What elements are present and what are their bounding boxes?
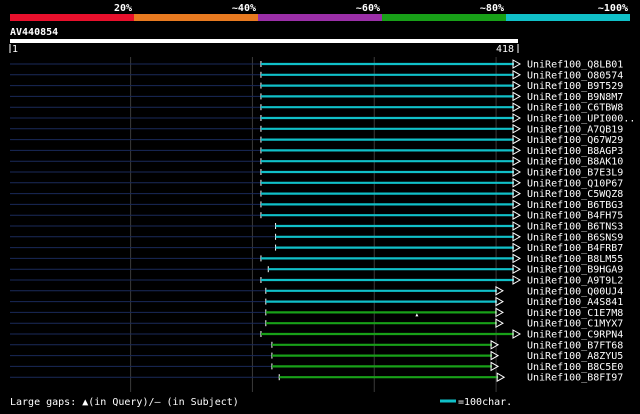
- hit-label[interactable]: UniRef100_A9T9L2: [527, 276, 623, 287]
- legend-label-4: ~100%: [598, 3, 628, 14]
- scale-end-label: 418: [496, 44, 514, 55]
- legend-swatch-3: [382, 14, 506, 21]
- hit-label[interactable]: UniRef100_UPI000..: [527, 114, 635, 125]
- legend-label-2: ~60%: [356, 3, 380, 14]
- legend-label-1: ~40%: [232, 3, 256, 14]
- hit-label[interactable]: UniRef100_B8FI97: [527, 373, 623, 384]
- hit-label[interactable]: UniRef100_B8C5E0: [527, 362, 623, 373]
- legend-swatch-2: [258, 14, 382, 21]
- query-bar: [10, 39, 518, 43]
- hit-label[interactable]: UniRef100_B4FRB7: [527, 243, 623, 254]
- legend-swatch-0: [10, 14, 134, 21]
- hit-label[interactable]: UniRef100_Q67W29: [527, 135, 623, 146]
- hit-label[interactable]: UniRef100_A4S841: [527, 297, 623, 308]
- hit-label[interactable]: UniRef100_B6SNS9: [527, 232, 623, 243]
- alignment-chart: 20% ~40% ~60% ~80% ~100% AV440854 1 418 UniR…: [0, 0, 640, 410]
- hit-label[interactable]: UniRef100_Q00UJ4: [527, 286, 623, 297]
- hit-label[interactable]: UniRef100_B4FH75: [527, 211, 623, 222]
- hit-label[interactable]: UniRef100_A7QB19: [527, 124, 623, 135]
- hit-label[interactable]: UniRef100_A8ZYU5: [527, 351, 623, 362]
- hit-label[interactable]: UniRef100_C6TBW8: [527, 103, 623, 114]
- hit-label[interactable]: UniRef100_C9RPN4: [527, 330, 623, 341]
- hit-label[interactable]: UniRef100_B9HGA9: [527, 265, 623, 276]
- hit-label[interactable]: UniRef100_B7E3L9: [527, 168, 623, 179]
- hit-label[interactable]: UniRef100_Q8LB01: [527, 60, 623, 71]
- scale-legend-label: =100char.: [458, 397, 512, 408]
- hit-label[interactable]: UniRef100_B6TNS3: [527, 222, 623, 233]
- hit-label[interactable]: UniRef100_B8LM55: [527, 254, 623, 265]
- hit-label[interactable]: UniRef100_B9N8M7: [527, 92, 623, 103]
- hit-label[interactable]: UniRef100_B6TBG3: [527, 200, 623, 211]
- gaps-legend-label: Large gaps: ▲(in Query)/― (in Subject): [10, 397, 239, 408]
- legend-label-3: ~80%: [480, 3, 504, 14]
- query-id: AV440854: [10, 27, 58, 38]
- hit-label[interactable]: UniRef100_B9T529: [527, 81, 623, 92]
- hit-label[interactable]: UniRef100_C1MYX7: [527, 319, 623, 330]
- hit-label[interactable]: UniRef100_B7FT68: [527, 340, 623, 351]
- scale-start-label: 1: [12, 44, 18, 55]
- hit-label[interactable]: UniRef100_C5WQZ8: [527, 189, 623, 200]
- hit-label[interactable]: UniRef100_Q10P67: [527, 178, 623, 189]
- hit-label[interactable]: UniRef100_C1E7M8: [527, 308, 623, 319]
- hit-label[interactable]: UniRef100_B8AGP3: [527, 146, 623, 157]
- hit-label[interactable]: UniRef100_O80574: [527, 70, 623, 81]
- legend-label-0: 20%: [114, 3, 132, 14]
- legend-swatch-4: [506, 14, 630, 21]
- hit-label[interactable]: UniRef100_B8AK10: [527, 157, 623, 168]
- legend-swatch-1: [134, 14, 258, 21]
